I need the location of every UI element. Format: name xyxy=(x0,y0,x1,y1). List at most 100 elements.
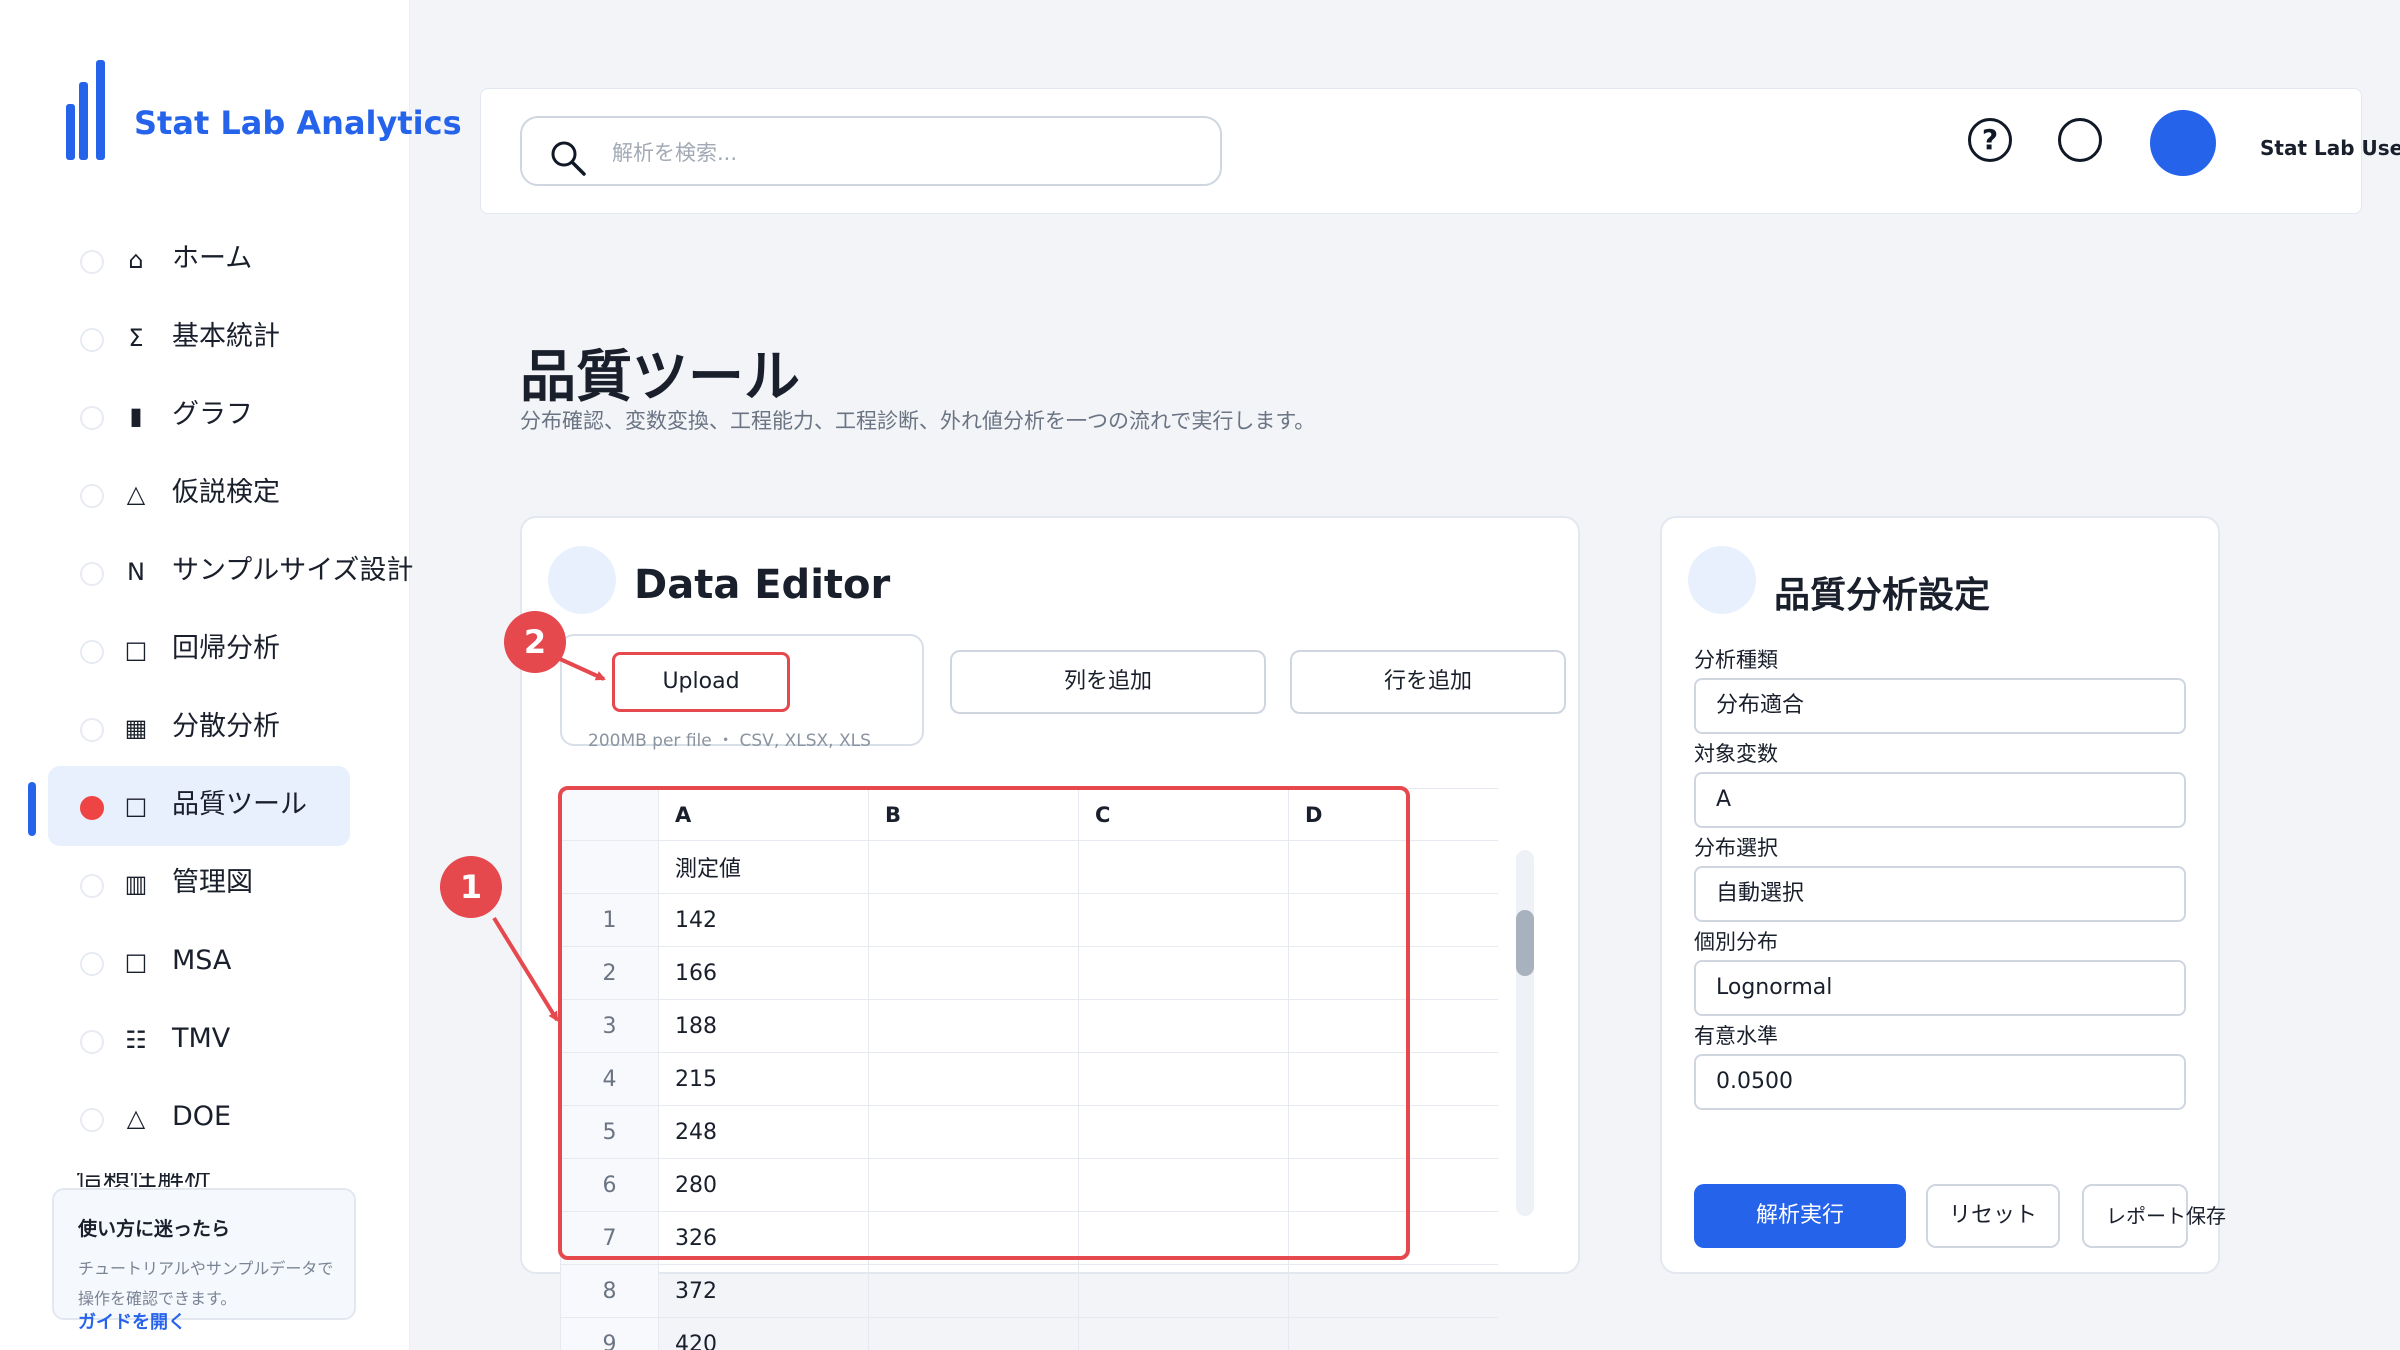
table-cell[interactable]: 326 xyxy=(658,1211,869,1265)
table-cell[interactable]: 248 xyxy=(658,1105,869,1159)
table-cell[interactable]: 188 xyxy=(658,999,869,1053)
sidebar-item-3[interactable]: ▮ グラフ xyxy=(48,376,350,456)
table-cell[interactable] xyxy=(1288,946,1498,1000)
notification-icon[interactable] xyxy=(2058,118,2102,162)
sidebar: Stat Lab Analytics ⌂ ホーム Σ 基本統計 ▮ グラフ △ 仮説検定 N サン… xyxy=(0,0,462,1350)
table-cell[interactable]: 166 xyxy=(658,946,869,1000)
sidebar-item-label: TMV xyxy=(172,1023,231,1054)
sidebar-item-label: MSA xyxy=(172,945,232,976)
triangle-icon: △ xyxy=(126,480,146,508)
column-header[interactable]: A xyxy=(658,788,869,841)
nav-status-dot xyxy=(80,562,104,586)
add-column-button[interactable]: 列を追加 xyxy=(950,650,1266,714)
table-cell[interactable]: 142 xyxy=(658,893,869,947)
grid-scrollbar-thumb[interactable] xyxy=(1516,910,1534,976)
grid-icon: ▦ xyxy=(124,714,148,742)
table-cell[interactable]: 372 xyxy=(658,1264,869,1318)
table-cell[interactable] xyxy=(1078,999,1289,1053)
sidebar-item-label: 基本統計 xyxy=(172,321,280,352)
table-cell[interactable] xyxy=(868,1264,1079,1318)
table-cell[interactable]: 280 xyxy=(658,1158,869,1212)
nav-status-dot xyxy=(80,1108,104,1132)
table-cell[interactable] xyxy=(1288,1211,1498,1265)
active-indicator xyxy=(28,782,36,836)
data-grid: ABCD 測定値 1 142 2 166 3 188 4 215 5 248 6 280 7 326 8 372… xyxy=(560,788,1498,1350)
sidebar-item-5[interactable]: N サンプルサイズ設計 xyxy=(48,532,413,612)
column-header[interactable]: D xyxy=(1288,788,1498,841)
table-cell[interactable] xyxy=(1078,946,1289,1000)
table-cell[interactable] xyxy=(1288,1052,1498,1106)
avatar[interactable] xyxy=(2150,110,2216,176)
sidebar-item-9[interactable]: ▥ 管理図 xyxy=(48,844,350,924)
table-cell[interactable] xyxy=(1078,1158,1289,1212)
settings-icon xyxy=(1688,546,1756,614)
table-cell[interactable] xyxy=(868,1105,1079,1159)
table-cell[interactable] xyxy=(1078,893,1289,947)
sidebar-item-2[interactable]: Σ 基本統計 xyxy=(48,298,350,378)
sidebar-item-partial: 信頼性解析 xyxy=(76,1173,316,1187)
upload-note: 200MB per file ・ CSV, XLSX, XLS xyxy=(588,731,871,751)
guide-link[interactable]: ガイドを開く xyxy=(78,1308,186,1334)
table-cell[interactable] xyxy=(1288,1264,1498,1318)
sidebar-item-label: 分散分析 xyxy=(172,711,280,742)
grid-scrollbar[interactable] xyxy=(1516,850,1534,1216)
sidebar-item-label: グラフ xyxy=(172,399,253,430)
table-cell[interactable] xyxy=(868,999,1079,1053)
run-analysis-button[interactable]: 解析実行 xyxy=(1694,1184,1906,1248)
table-cell[interactable] xyxy=(868,1211,1079,1265)
table-cell[interactable] xyxy=(1078,840,1289,894)
table-cell[interactable] xyxy=(1288,840,1498,894)
sidebar-item-8[interactable]: □ 品質ツール xyxy=(48,766,350,846)
table-cell[interactable] xyxy=(1288,1105,1498,1159)
table-cell[interactable] xyxy=(1078,1105,1289,1159)
table-row: 8 372 xyxy=(560,1264,1498,1318)
setting-field[interactable]: Lognormal xyxy=(1694,960,2186,1016)
setting-field[interactable]: 分布適合 xyxy=(1694,678,2186,734)
table-cell[interactable] xyxy=(1288,1158,1498,1212)
search-bar[interactable] xyxy=(520,116,1222,186)
table-cell[interactable] xyxy=(1078,1264,1289,1318)
table-cell[interactable] xyxy=(868,1052,1079,1106)
table-cell[interactable] xyxy=(1288,893,1498,947)
table-cell[interactable] xyxy=(1078,1052,1289,1106)
add-row-button[interactable]: 行を追加 xyxy=(1290,650,1566,714)
data-editor-title: Data Editor xyxy=(634,562,891,608)
search-input[interactable] xyxy=(610,132,1204,174)
setting-label: 個別分布 xyxy=(1694,930,1778,954)
table-cell[interactable] xyxy=(868,1317,1079,1350)
table-cell[interactable]: 215 xyxy=(658,1052,869,1106)
nav-status-dot xyxy=(80,796,104,820)
table-cell[interactable] xyxy=(868,946,1079,1000)
table-cell[interactable]: 測定値 xyxy=(658,840,869,894)
column-header[interactable]: C xyxy=(1078,788,1289,841)
setting-field[interactable]: A xyxy=(1694,772,2186,828)
sidebar-item-label: ホーム xyxy=(172,243,253,274)
help-icon[interactable]: ? xyxy=(1968,118,2012,162)
sidebar-item-4[interactable]: △ 仮説検定 xyxy=(48,454,350,534)
help-description: チュートリアルやサンプルデータで操作を確認できます。 xyxy=(78,1259,334,1308)
save-report-button[interactable]: レポート保存 xyxy=(2082,1184,2226,1248)
table-cell[interactable]: 420 xyxy=(658,1317,869,1350)
table-cell[interactable] xyxy=(1078,1211,1289,1265)
sidebar-item-12[interactable]: △ DOE xyxy=(48,1078,350,1158)
sidebar-item-10[interactable]: □ MSA xyxy=(48,922,350,1002)
table-cell[interactable] xyxy=(868,1158,1079,1212)
sidebar-item-6[interactable]: □ 回帰分析 xyxy=(48,610,350,690)
table-cell[interactable] xyxy=(1288,1317,1498,1350)
column-header[interactable]: B xyxy=(868,788,1079,841)
reset-button[interactable]: リセット xyxy=(1926,1184,2060,1248)
upload-button[interactable]: Upload xyxy=(612,652,790,712)
home-icon: ⌂ xyxy=(128,246,144,274)
table-cell[interactable] xyxy=(1288,999,1498,1053)
table-cell[interactable] xyxy=(1078,1317,1289,1350)
sidebar-item-11[interactable]: ☷ TMV xyxy=(48,1000,350,1080)
table-cell[interactable] xyxy=(868,893,1079,947)
setting-field[interactable]: 0.0500 xyxy=(1694,1054,2186,1110)
sidebar-item-7[interactable]: ▦ 分散分析 xyxy=(48,688,350,768)
row-number: 2 xyxy=(560,946,659,1000)
row-number: 5 xyxy=(560,1105,659,1159)
sidebar-item-1[interactable]: ⌂ ホーム xyxy=(48,220,350,300)
setting-field[interactable]: 自動選択 xyxy=(1694,866,2186,922)
table-cell[interactable] xyxy=(868,840,1079,894)
help-card: 使い方に迷ったら チュートリアルやサンプルデータで操作を確認できます。 ガイドを… xyxy=(52,1188,356,1333)
